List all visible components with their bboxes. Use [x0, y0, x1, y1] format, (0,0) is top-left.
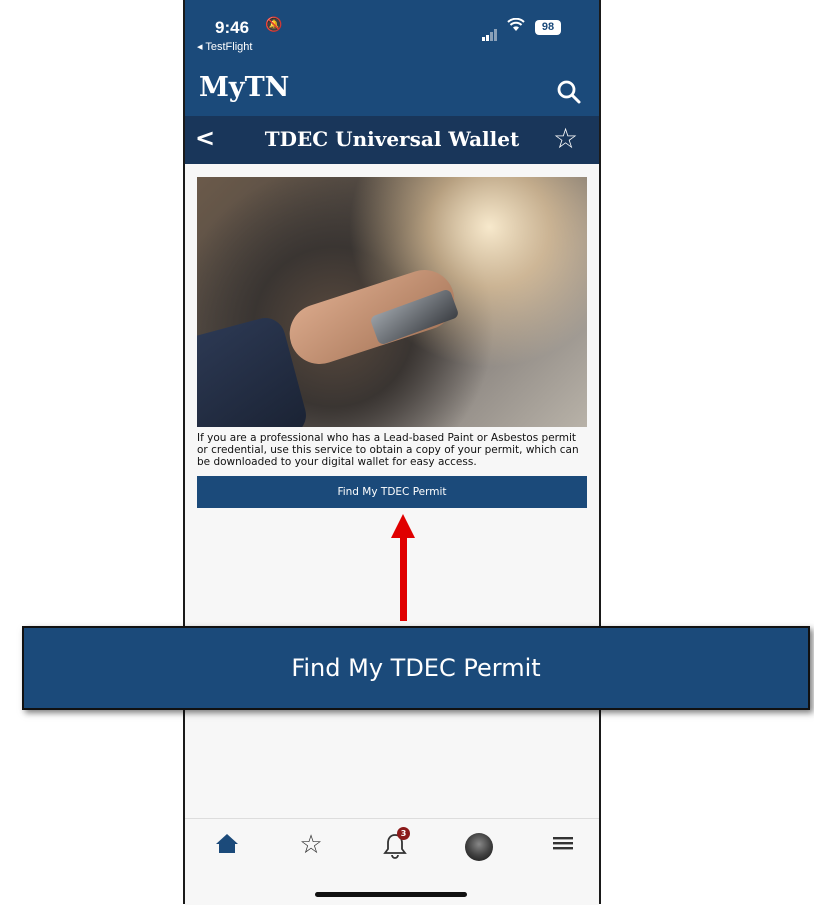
annotation-arrow-shaft — [400, 535, 407, 621]
avatar — [465, 833, 493, 861]
hero-image — [197, 177, 587, 427]
search-icon[interactable] — [556, 79, 582, 105]
star-icon: ☆ — [299, 830, 323, 860]
phone-frame: 9:46 🔕 ◂ TestFlight 98 MyTN < TDEC Unive… — [183, 0, 601, 904]
tab-home[interactable] — [207, 831, 247, 871]
bell-muted-icon: 🔕 — [265, 17, 283, 33]
page-header: < TDEC Universal Wallet ☆ — [185, 116, 599, 164]
favorite-star-icon[interactable]: ☆ — [553, 122, 578, 156]
page-title: TDEC Universal Wallet — [264, 127, 520, 151]
tab-menu[interactable] — [543, 831, 583, 871]
status-bar: 9:46 🔕 ◂ TestFlight 98 — [185, 0, 599, 70]
battery-indicator: 98 — [535, 20, 561, 35]
wifi-icon — [507, 17, 525, 36]
home-indicator — [315, 892, 467, 897]
tab-favorites[interactable]: ☆ — [291, 831, 331, 871]
service-description: If you are a professional who has a Lead… — [197, 432, 579, 468]
tab-profile[interactable] — [459, 831, 499, 871]
menu-icon — [553, 837, 573, 850]
home-icon — [216, 834, 238, 853]
notification-badge: 3 — [397, 827, 410, 840]
app-title: MyTN — [199, 72, 290, 103]
back-to-app-link[interactable]: ◂ TestFlight — [197, 40, 252, 53]
tab-notifications[interactable]: 3 — [375, 827, 415, 871]
find-permit-button[interactable]: Find My TDEC Permit — [197, 476, 587, 508]
status-time: 9:46 — [215, 18, 250, 37]
app-bar: MyTN — [185, 70, 599, 116]
signal-icon — [482, 22, 498, 41]
callout-find-permit-button: Find My TDEC Permit — [22, 626, 810, 710]
